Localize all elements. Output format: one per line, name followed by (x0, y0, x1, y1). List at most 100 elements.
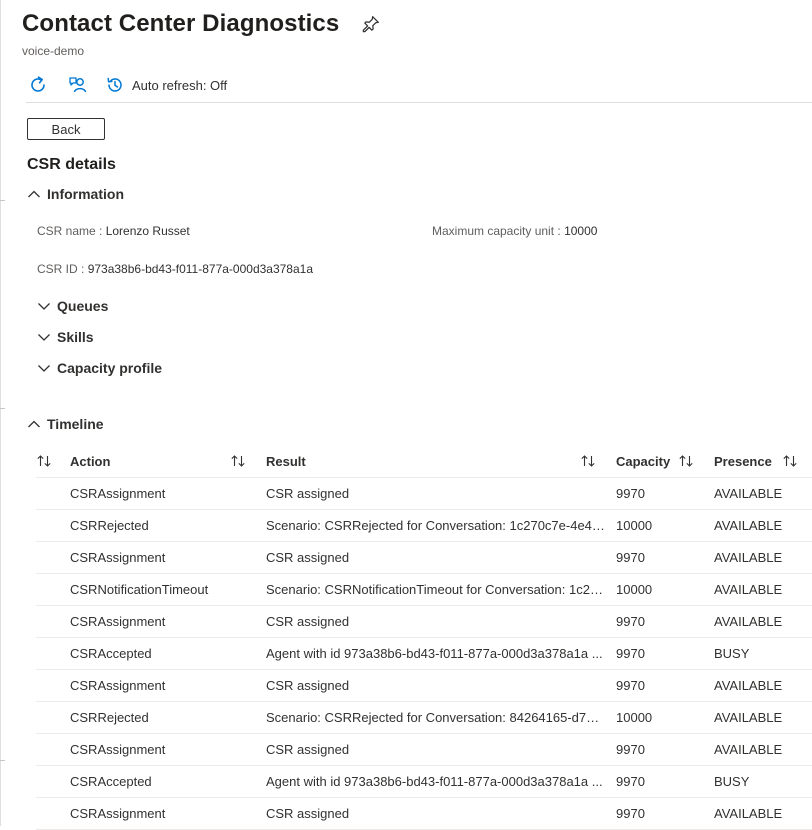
table-row[interactable]: CSRAssignment CSR assigned 9970 AVAILABL… (36, 798, 812, 830)
cell-result-text: CSR assigned (266, 486, 350, 501)
refresh-button[interactable] (26, 73, 50, 97)
left-panel-edge (0, 0, 1, 826)
chevron-down-icon (38, 303, 50, 310)
table-row[interactable]: CSRAssignment CSR assigned 9970 AVAILABL… (36, 478, 812, 510)
cell-presence: AVAILABLE (714, 518, 783, 533)
queues-accordion-header[interactable]: Queues (37, 298, 108, 314)
cell-capacity: 9970 (616, 614, 645, 629)
cell-action: CSRAssignment (70, 806, 166, 821)
csr-id-label: CSR ID : (37, 262, 85, 276)
max-capacity-value: 10000 (564, 224, 598, 238)
csr-name-label: CSR name : (37, 224, 103, 238)
table-row[interactable]: CSRAccepted Agent with id 973a38b6-bd43-… (36, 766, 812, 798)
cell-result-text: Agent with id 973a38b6-bd43-f011-877a-00… (266, 646, 603, 661)
skills-accordion-header[interactable]: Skills (37, 329, 94, 345)
table-row[interactable]: CSRNotificationTimeout Scenario: CSRNoti… (36, 574, 812, 606)
cell-presence: AVAILABLE (714, 710, 783, 725)
chevron-down-icon (38, 334, 50, 341)
cell-capacity: 9970 (616, 550, 645, 565)
column-header-capacity[interactable]: Capacity (616, 445, 676, 477)
sort-arrows-icon[interactable] (678, 453, 694, 469)
timeline-table: Action Result Capacity Presence CSRAssig… (36, 445, 812, 830)
edge-tick (0, 760, 5, 761)
cell-action: CSRAssignment (70, 614, 166, 629)
information-label: Information (47, 186, 124, 202)
cell-action: CSRAccepted (70, 774, 152, 789)
table-row[interactable]: CSRRejected Scenario: CSRRejected for Co… (36, 702, 812, 734)
cell-capacity: 9970 (616, 806, 645, 821)
sort-arrows-icon[interactable] (580, 453, 596, 469)
cell-result-text: CSR assigned (266, 806, 350, 821)
cell-result-text: Scenario: CSRRejected for Conversation: … (266, 710, 606, 725)
cell-action: CSRAssignment (70, 550, 166, 565)
cell-result-text: CSR assigned (266, 742, 350, 757)
column-header-result[interactable]: Result (266, 445, 566, 477)
toolbar-divider (26, 102, 812, 103)
sort-arrows-icon[interactable] (782, 453, 798, 469)
table-row[interactable]: CSRAccepted Agent with id 973a38b6-bd43-… (36, 638, 812, 670)
cell-presence: AVAILABLE (714, 614, 783, 629)
capacity-profile-accordion-header[interactable]: Capacity profile (37, 360, 162, 376)
column-header-action[interactable]: Action (70, 445, 220, 477)
refresh-icon (31, 76, 45, 92)
cell-action: CSRAccepted (70, 646, 152, 661)
table-row[interactable]: CSRAssignment CSR assigned 9970 AVAILABL… (36, 606, 812, 638)
cell-presence: AVAILABLE (714, 486, 783, 501)
chevron-up-icon (28, 420, 40, 428)
table-row[interactable]: CSRAssignment CSR assigned 9970 AVAILABL… (36, 542, 812, 574)
chevron-down-icon (38, 365, 50, 372)
edge-tick (0, 200, 5, 201)
csr-name-value: Lorenzo Russet (105, 224, 190, 238)
sort-arrows-icon[interactable] (36, 453, 52, 469)
back-button[interactable]: Back (27, 118, 105, 140)
cell-presence: AVAILABLE (714, 806, 783, 821)
cell-result: Scenario: CSRRejected for Conversation: … (266, 702, 606, 733)
cell-capacity: 9970 (616, 742, 645, 757)
sort-arrows-icon[interactable] (230, 453, 246, 469)
cell-action: CSRRejected (70, 710, 149, 725)
page-title: Contact Center Diagnostics (22, 10, 340, 37)
table-row[interactable]: CSRAssignment CSR assigned 9970 AVAILABL… (36, 734, 812, 766)
timeline-accordion-header[interactable]: Timeline (27, 416, 104, 432)
information-accordion-header[interactable]: Information (27, 186, 124, 202)
chevron-up-icon (28, 190, 40, 198)
table-row[interactable]: CSRRejected Scenario: CSRRejected for Co… (36, 510, 812, 542)
cell-result-text: CSR assigned (266, 678, 350, 693)
history-clock-icon (107, 77, 122, 92)
cell-action: CSRAssignment (70, 742, 166, 757)
cell-result: CSR assigned (266, 542, 606, 573)
cell-result: Scenario: CSRNotificationTimeout for Con… (266, 574, 606, 605)
feedback-icon (69, 77, 87, 93)
queues-label: Queues (57, 298, 109, 314)
section-title: CSR details (27, 156, 116, 173)
cell-presence: AVAILABLE (714, 550, 783, 565)
cell-result: Scenario: CSRRejected for Conversation: … (266, 510, 606, 541)
cell-presence: BUSY (714, 774, 750, 789)
cell-action: CSRAssignment (70, 486, 166, 501)
cell-capacity: 10000 (616, 710, 653, 725)
cell-action: CSRNotificationTimeout (70, 582, 209, 597)
max-capacity-label: Maximum capacity unit : (432, 224, 561, 238)
cell-presence: AVAILABLE (714, 678, 783, 693)
cell-presence: BUSY (714, 646, 750, 661)
cell-capacity: 9970 (616, 678, 645, 693)
cell-result: Agent with id 973a38b6-bd43-f011-877a-00… (266, 766, 606, 797)
cell-result: CSR assigned (266, 478, 606, 509)
cell-result: CSR assigned (266, 734, 606, 765)
cell-result-text: CSR assigned (266, 550, 350, 565)
feedback-button[interactable] (66, 73, 90, 97)
page-header: Contact Center Diagnostics voice-demo (22, 10, 380, 58)
cell-result-text: CSR assigned (266, 614, 350, 629)
cell-action: CSRAssignment (70, 678, 166, 693)
page-subtitle: voice-demo (22, 44, 85, 58)
column-header-presence[interactable]: Presence (714, 445, 780, 477)
csr-id-field: CSR ID : 973a38b6-bd43-f011-877a-000d3a3… (37, 262, 313, 276)
pin-icon[interactable] (362, 15, 380, 33)
table-row[interactable]: CSRAssignment CSR assigned 9970 AVAILABL… (36, 670, 812, 702)
auto-refresh-button[interactable]: Auto refresh: Off (106, 76, 227, 94)
cell-result-text: Scenario: CSRNotificationTimeout for Con… (266, 582, 606, 597)
cell-result: Agent with id 973a38b6-bd43-f011-877a-00… (266, 638, 606, 669)
cell-result: CSR assigned (266, 798, 606, 829)
csr-name-field: CSR name : Lorenzo Russet (37, 224, 190, 238)
cell-capacity: 10000 (616, 518, 653, 533)
